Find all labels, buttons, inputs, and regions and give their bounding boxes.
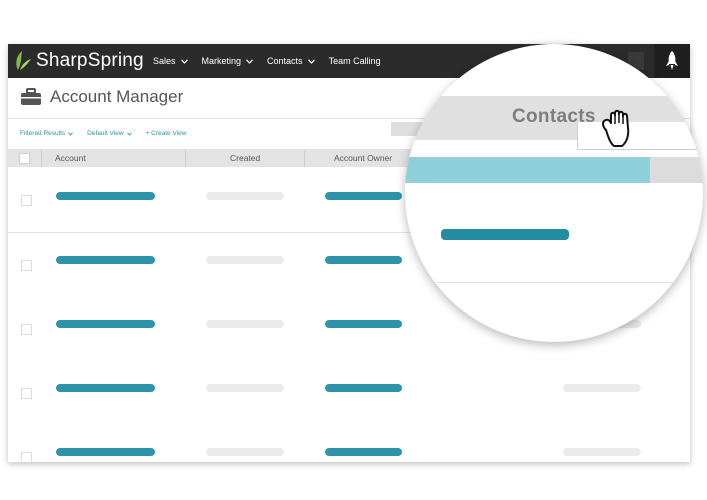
logo-leaf-icon <box>16 51 31 70</box>
created-date-placeholder <box>206 256 284 264</box>
created-date-placeholder <box>206 192 284 200</box>
chevron-down-icon <box>68 131 73 136</box>
rocket-button[interactable] <box>654 44 690 78</box>
briefcase-icon <box>21 88 41 105</box>
chevron-down-icon <box>307 58 315 64</box>
extra-column-placeholder <box>563 448 641 456</box>
nav-marketing[interactable]: Marketing <box>202 56 254 66</box>
select-all-checkbox[interactable] <box>19 153 30 164</box>
main-nav: Sales Marketing Contacts Team Calling <box>153 44 381 78</box>
create-view-label: + Create View <box>145 130 187 137</box>
header-band-end <box>650 157 703 183</box>
column-divider <box>304 149 305 167</box>
created-date-placeholder <box>206 448 284 456</box>
nav-sales-label: Sales <box>153 56 176 66</box>
account-name-placeholder[interactable] <box>56 448 155 456</box>
nav-team-calling-label: Team Calling <box>328 56 381 66</box>
created-date-placeholder <box>206 320 284 328</box>
filtered-results-dropdown[interactable]: Filtered Results <box>20 130 73 137</box>
page-title: Account Manager <box>50 87 184 106</box>
account-name-placeholder[interactable] <box>56 320 155 328</box>
table-row[interactable] <box>8 361 690 426</box>
row-divider <box>405 282 703 283</box>
nav-team-calling[interactable]: Team Calling <box>329 56 381 66</box>
filtered-results-label: Filtered Results <box>20 130 66 137</box>
column-divider <box>185 149 186 167</box>
create-view-link[interactable]: + Create View <box>146 130 187 137</box>
nav-contacts-label: Contacts <box>267 56 303 66</box>
column-header-account-owner[interactable]: Account Owner <box>334 149 392 167</box>
magnifier-lens: Contacts <box>405 44 703 342</box>
nav-contacts[interactable]: Contacts <box>267 56 315 66</box>
account-name-placeholder[interactable] <box>56 384 155 392</box>
chevron-down-icon <box>246 58 253 64</box>
grab-hand-icon <box>602 109 630 147</box>
default-view-label: Default View <box>87 130 124 137</box>
nav-sales[interactable]: Sales <box>153 56 188 66</box>
contact-name-placeholder[interactable] <box>441 229 569 240</box>
extra-column-placeholder <box>563 384 641 392</box>
view-filters: Filtered Results Default View + Create V… <box>20 130 186 137</box>
nav-marketing-label: Marketing <box>201 56 242 66</box>
column-header-created[interactable]: Created <box>230 149 260 167</box>
chevron-down-icon <box>126 131 132 136</box>
row-checkbox[interactable] <box>21 452 32 462</box>
account-owner-placeholder[interactable] <box>325 192 402 200</box>
account-owner-placeholder[interactable] <box>325 320 402 328</box>
rocket-icon <box>666 51 678 70</box>
account-name-placeholder[interactable] <box>56 256 155 264</box>
created-date-placeholder <box>206 384 284 392</box>
table-row[interactable] <box>8 425 690 462</box>
account-name-placeholder[interactable] <box>56 192 155 200</box>
account-owner-placeholder[interactable] <box>325 256 402 264</box>
column-divider <box>41 149 42 167</box>
row-checkbox[interactable] <box>21 195 32 206</box>
row-checkbox[interactable] <box>21 324 32 335</box>
default-view-dropdown[interactable]: Default View <box>87 130 132 137</box>
chevron-down-icon <box>180 58 188 64</box>
account-owner-placeholder[interactable] <box>325 448 402 456</box>
logo[interactable]: SharpSpring <box>14 49 144 73</box>
logo-text: SharpSpring <box>36 50 144 71</box>
column-header-account[interactable]: Account <box>55 149 86 167</box>
row-checkbox[interactable] <box>21 388 32 399</box>
row-checkbox[interactable] <box>21 260 32 271</box>
account-owner-placeholder[interactable] <box>325 384 402 392</box>
contacts-tab[interactable]: Contacts <box>512 106 596 128</box>
selected-row-band <box>405 157 650 183</box>
